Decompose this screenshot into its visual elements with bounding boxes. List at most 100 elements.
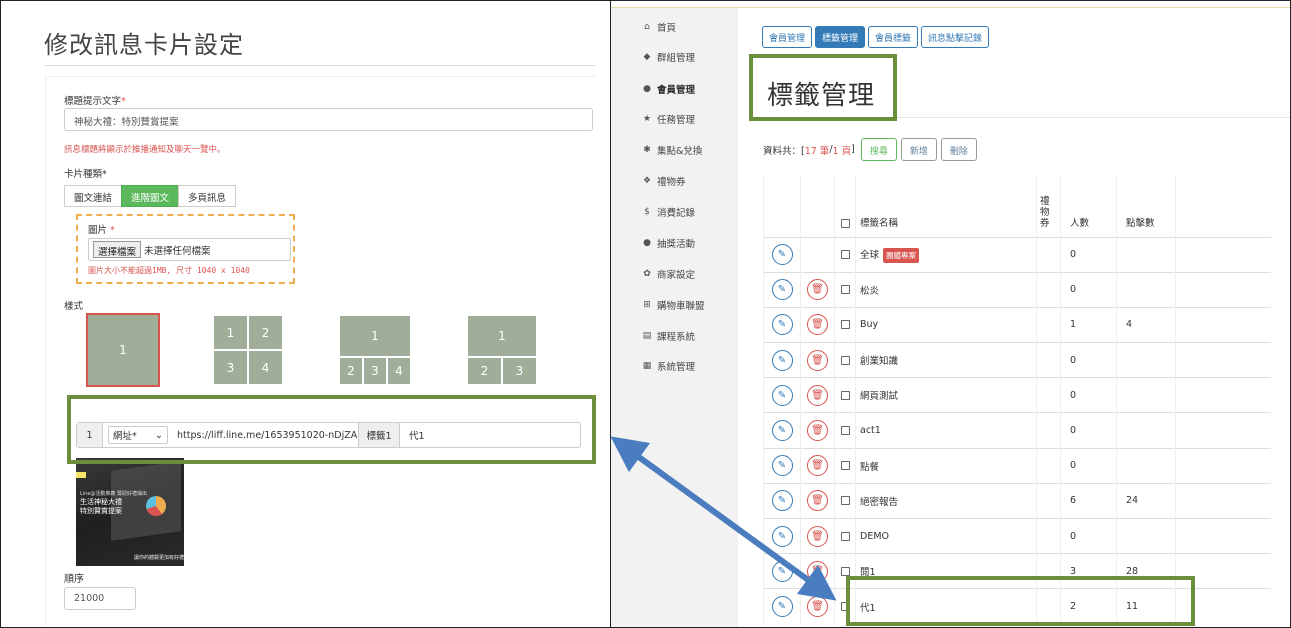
title-input[interactable]: 神秘大禮：特別贊賞提案 bbox=[64, 108, 593, 131]
sidebar-item-store-settings[interactable]: ✿ 商家設定 bbox=[641, 267, 695, 281]
row-checkbox[interactable] bbox=[840, 390, 850, 400]
style-cell: 1 bbox=[213, 315, 248, 350]
pencil-icon[interactable]: ✎ bbox=[771, 314, 793, 336]
card-type-image-link[interactable]: 圖文連結 bbox=[64, 185, 123, 207]
add-button[interactable]: 新增 bbox=[900, 138, 937, 161]
table-row: ✎ 🗑 點餐 0 bbox=[763, 447, 1271, 484]
tab-members[interactable]: 會員管理 bbox=[762, 26, 813, 48]
pencil-icon[interactable]: ✎ bbox=[771, 244, 793, 266]
pencil-icon[interactable]: ✎ bbox=[771, 384, 793, 406]
trash-icon[interactable]: 🗑 bbox=[807, 384, 828, 406]
trash-icon[interactable]: 🗑 bbox=[807, 279, 828, 301]
tag-name-cell[interactable]: 絕密報告 bbox=[855, 482, 1037, 519]
trash-icon[interactable]: 🗑 bbox=[807, 420, 828, 442]
row-checkbox[interactable] bbox=[840, 355, 850, 365]
choose-file-button[interactable]: 選擇檔案 bbox=[93, 241, 142, 258]
pencil-icon[interactable]: ✎ bbox=[771, 349, 793, 371]
top-bar bbox=[611, 1, 1290, 8]
tab-member-tags[interactable]: 會員標籤 bbox=[868, 26, 919, 48]
people-cell: 0 bbox=[1060, 342, 1117, 378]
column-header-coupon[interactable]: 禮物券 bbox=[1036, 176, 1061, 237]
sidebar-item-lottery[interactable]: ● 抽獎活動 bbox=[641, 236, 695, 250]
tag-name-cell[interactable]: act1 bbox=[855, 412, 1037, 449]
style-cell: 3 bbox=[502, 357, 537, 385]
row-checkbox[interactable] bbox=[840, 566, 850, 576]
people-cell: 6 bbox=[1060, 482, 1117, 519]
people-cell: 0 bbox=[1060, 377, 1117, 413]
sidebar-item-spending[interactable]: $ 消費記錄 bbox=[641, 205, 695, 219]
trash-icon[interactable]: 🗑 bbox=[807, 314, 828, 336]
card-type-multipage[interactable]: 多頁訊息 bbox=[178, 185, 237, 207]
row-checkbox[interactable] bbox=[840, 531, 850, 541]
people-cell: 0 bbox=[1060, 236, 1117, 273]
tag-name-cell[interactable]: DEMO bbox=[855, 517, 1037, 554]
tag-name-cell[interactable]: Buy bbox=[855, 306, 1037, 343]
order-input[interactable]: 21000 bbox=[64, 587, 136, 610]
column-header-points[interactable]: 點擊數 bbox=[1116, 176, 1176, 237]
tag-name-cell[interactable]: 松炎 bbox=[855, 271, 1037, 308]
row-checkbox[interactable] bbox=[840, 496, 850, 506]
pencil-icon[interactable]: ✎ bbox=[771, 596, 793, 618]
style-cell: 1 bbox=[467, 315, 537, 357]
trash-icon[interactable]: 🗑 bbox=[807, 525, 828, 547]
card-type-advanced[interactable]: 進階圖文 bbox=[121, 185, 180, 207]
style-cell: 2 bbox=[467, 357, 502, 385]
row-checkbox[interactable] bbox=[840, 285, 850, 295]
home-icon: ⌂ bbox=[644, 22, 650, 32]
trash-icon[interactable]: 🗑 bbox=[807, 455, 828, 477]
sidebar-item-groups[interactable]: ◆ 群組管理 bbox=[641, 50, 695, 64]
tag-name-cell[interactable]: 網頁測試 bbox=[855, 377, 1037, 413]
row-checkbox[interactable] bbox=[840, 320, 850, 330]
pencil-icon[interactable]: ✎ bbox=[771, 420, 793, 442]
style-cell: 3 bbox=[363, 357, 387, 385]
sidebar-item-coupons[interactable]: ❖ 禮物券 bbox=[641, 174, 686, 188]
tab-tags[interactable]: 標籤管理 bbox=[815, 26, 866, 48]
title-hint: 訊息標題將顯示於推播通知及聊天一覽中。 bbox=[64, 145, 226, 155]
sidebar-item-cart-alliance[interactable]: ⊞ 購物車聯盟 bbox=[641, 298, 704, 312]
record-count: 資料共：[17 筆 / 1 頁] 搜尋 新增 刪除 bbox=[763, 138, 977, 161]
style-option-1-over-2[interactable]: 1 2 3 bbox=[467, 315, 537, 385]
search-button[interactable]: 搜尋 bbox=[860, 138, 897, 161]
book-icon: ▤ bbox=[642, 331, 652, 341]
style-label: 樣式 bbox=[64, 301, 84, 312]
file-input[interactable]: 選擇檔案 未選擇任何檔案 bbox=[88, 238, 291, 261]
annotation-box-link-row bbox=[67, 395, 596, 464]
row-checkbox[interactable] bbox=[840, 461, 850, 471]
annotation-box-row bbox=[846, 576, 1195, 626]
table-row: ✎ 🗑 Buy 1 4 bbox=[763, 306, 1271, 343]
pencil-icon[interactable]: ✎ bbox=[771, 279, 793, 301]
trash-icon[interactable]: 🗑 bbox=[807, 560, 828, 582]
style-cell: 4 bbox=[248, 350, 283, 385]
sidebar-item-tasks[interactable]: ★ 任務管理 bbox=[641, 112, 695, 126]
pencil-icon[interactable]: ✎ bbox=[771, 525, 793, 547]
coupon-cell bbox=[1036, 412, 1061, 449]
sidebar-item-system[interactable]: ▦ 系統管理 bbox=[641, 359, 695, 373]
pencil-icon[interactable]: ✎ bbox=[771, 560, 793, 582]
row-checkbox[interactable] bbox=[840, 250, 850, 260]
style-option-grid-4[interactable]: 1 2 3 4 bbox=[213, 315, 283, 385]
tab-click-log[interactable]: 訊息點擊記錄 bbox=[921, 26, 990, 48]
table-row: ✎ 全球 團體專案 0 bbox=[763, 236, 1271, 273]
column-header-name[interactable]: 標籤名稱 bbox=[855, 176, 1037, 237]
row-checkbox[interactable] bbox=[840, 426, 850, 436]
tag-name-cell[interactable]: 創業知識 bbox=[855, 342, 1037, 378]
sidebar-item-members[interactable]: ● 會員管理 bbox=[641, 82, 695, 96]
pencil-icon[interactable]: ✎ bbox=[771, 455, 793, 477]
trash-icon[interactable]: 🗑 bbox=[807, 349, 828, 371]
pencil-icon[interactable]: ✎ bbox=[771, 490, 793, 512]
style-option-1-over-3[interactable]: 1 2 3 4 bbox=[339, 315, 411, 385]
select-all-checkbox[interactable] bbox=[840, 218, 850, 228]
trash-icon[interactable]: 🗑 bbox=[807, 596, 828, 618]
page-title: 修改訊息卡片設定 bbox=[44, 31, 244, 59]
column-header-people[interactable]: 人數 bbox=[1060, 176, 1117, 237]
image-size-hint: 圖片大小不能超過1MB, 尺寸 1040 x 1040 bbox=[88, 266, 250, 275]
sidebar-item-home[interactable]: ⌂ 首頁 bbox=[641, 20, 676, 34]
trash-icon[interactable]: 🗑 bbox=[807, 490, 828, 512]
points-cell bbox=[1116, 447, 1176, 484]
sidebar-item-courses[interactable]: ▤ 課程系統 bbox=[641, 329, 695, 343]
tag-name-cell[interactable]: 點餐 bbox=[855, 447, 1037, 484]
sidebar-item-points[interactable]: ✱ 集點&兌換 bbox=[641, 143, 702, 157]
tag-name-cell[interactable]: 全球 團體專案 bbox=[855, 236, 1037, 273]
delete-button[interactable]: 刪除 bbox=[940, 138, 977, 161]
style-option-single[interactable]: 1 bbox=[86, 313, 160, 387]
